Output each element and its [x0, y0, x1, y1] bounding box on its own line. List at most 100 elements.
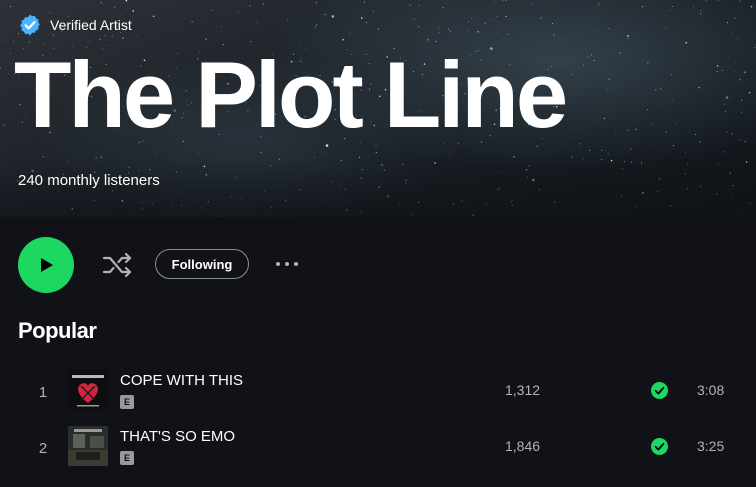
star — [748, 91, 751, 94]
star — [734, 70, 736, 72]
star — [717, 0, 719, 1]
star — [418, 4, 420, 6]
monthly-listeners: 240 monthly listeners — [18, 172, 160, 189]
star — [698, 86, 700, 89]
following-button[interactable]: Following — [155, 249, 249, 279]
star — [608, 28, 610, 30]
star — [727, 22, 729, 24]
star — [754, 47, 756, 49]
star — [0, 105, 1, 107]
star — [725, 96, 729, 99]
star — [647, 62, 649, 64]
star — [323, 151, 325, 153]
star — [597, 29, 599, 31]
star — [114, 6, 116, 8]
more-options-icon[interactable] — [272, 253, 302, 275]
star — [315, 2, 317, 3]
star — [675, 122, 677, 124]
star — [418, 26, 420, 28]
play-button[interactable] — [18, 237, 74, 293]
star — [591, 54, 593, 56]
play-icon — [41, 258, 53, 272]
star — [497, 32, 499, 34]
star — [744, 71, 746, 73]
star — [655, 89, 657, 91]
verified-artist-text: Verified Artist — [50, 17, 132, 33]
star — [606, 88, 608, 90]
star — [9, 52, 11, 54]
star — [651, 123, 653, 125]
star — [641, 6, 643, 8]
star — [324, 14, 326, 16]
explicit-badge: E — [120, 451, 134, 465]
star — [471, 18, 473, 20]
star — [449, 30, 451, 32]
star — [665, 131, 667, 133]
star — [726, 131, 728, 133]
verified-artist-label: Verified Artist — [18, 13, 132, 37]
track-row[interactable]: 2 THAT'S SO EMO E 1,846 3:25 — [0, 424, 756, 476]
star — [132, 10, 134, 12]
star — [10, 6, 12, 7]
star — [505, 0, 507, 2]
star — [8, 73, 10, 75]
saved-check-icon[interactable] — [651, 438, 668, 455]
track-title[interactable]: THAT'S SO EMO — [120, 428, 235, 445]
star — [502, 0, 504, 2]
star — [740, 111, 742, 113]
artist-name: The Plot Line — [14, 42, 568, 147]
star — [496, 16, 498, 18]
star — [741, 99, 743, 101]
shuffle-button[interactable] — [101, 250, 135, 280]
star — [739, 139, 741, 140]
star — [660, 88, 662, 90]
star — [449, 153, 451, 155]
play-count: 1,312 — [505, 382, 541, 398]
saved-check-icon[interactable] — [651, 382, 668, 399]
star — [553, 34, 555, 36]
explicit-badge: E — [120, 395, 134, 409]
star — [630, 148, 632, 150]
star — [221, 26, 222, 28]
star — [3, 124, 5, 126]
star — [723, 103, 725, 105]
star — [127, 7, 128, 9]
star — [580, 143, 581, 145]
star — [734, 17, 736, 19]
track-row[interactable]: 1 COPE WITH THIS E 1,312 3:08 — [0, 368, 756, 420]
star — [365, 22, 367, 24]
more-dot — [285, 262, 289, 266]
play-count: 1,846 — [505, 438, 541, 454]
star — [619, 52, 621, 54]
track-title[interactable]: COPE WITH THIS — [120, 372, 243, 389]
star — [551, 23, 553, 25]
star — [237, 12, 239, 14]
star — [438, 31, 440, 33]
star — [716, 71, 718, 72]
star — [448, 28, 449, 30]
star — [570, 74, 572, 76]
star — [599, 2, 601, 4]
star — [627, 38, 629, 40]
star — [750, 5, 753, 8]
star — [331, 15, 335, 18]
star — [700, 13, 702, 15]
star — [100, 2, 102, 4]
star — [540, 17, 542, 19]
artist-header-banner: Verified Artist The Plot Line 240 monthl… — [0, 0, 756, 217]
star — [744, 140, 746, 142]
star — [700, 10, 702, 12]
star — [414, 18, 416, 20]
star — [507, 33, 509, 35]
star — [4, 41, 6, 43]
star — [0, 67, 1, 69]
star — [532, 2, 534, 4]
track-duration: 3:25 — [697, 438, 725, 454]
star — [721, 70, 723, 71]
star — [734, 61, 736, 63]
track-duration: 3:08 — [697, 382, 725, 398]
star — [467, 21, 469, 23]
cover-art-room — [68, 426, 108, 466]
star — [660, 104, 662, 106]
star — [736, 38, 738, 40]
